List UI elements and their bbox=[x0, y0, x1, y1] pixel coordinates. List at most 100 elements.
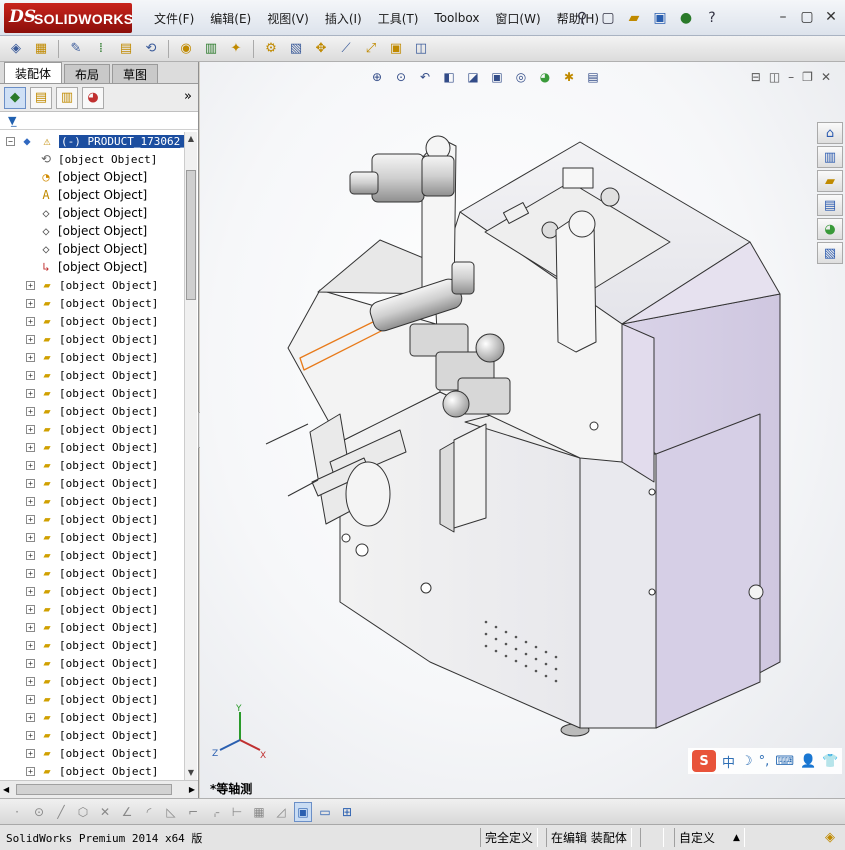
fillet-icon[interactable]: ◜ bbox=[140, 802, 158, 822]
instant3d-icon[interactable]: ⤢ bbox=[361, 39, 381, 59]
command-tab[interactable]: 装配体 bbox=[4, 62, 63, 83]
more-tabs-icon[interactable]: » bbox=[184, 89, 192, 104]
interference-icon[interactable]: ▣ bbox=[386, 39, 406, 59]
assembly-features-icon[interactable]: ▥ bbox=[201, 39, 221, 59]
scroll-right-icon[interactable]: ▶ bbox=[189, 785, 195, 794]
open-folder-icon[interactable]: ▰ bbox=[624, 8, 644, 28]
scroll-thumb[interactable] bbox=[186, 170, 196, 300]
tree-row[interactable]: + ▰ [object Object] bbox=[0, 564, 184, 582]
ime-punctuation-icon[interactable]: °, bbox=[759, 754, 770, 769]
tree-row[interactable]: ◇ [object Object] bbox=[0, 240, 184, 258]
expand-icon[interactable]: + bbox=[26, 514, 35, 524]
new-motion-study-icon[interactable]: ⚙ bbox=[261, 39, 281, 59]
minimize-icon[interactable]: – bbox=[775, 8, 791, 26]
expand-icon[interactable]: + bbox=[26, 550, 35, 560]
tree-row[interactable]: + ▰ [object Object] bbox=[0, 708, 184, 726]
large-assembly-icon[interactable]: ◫ bbox=[411, 39, 431, 59]
expand-icon[interactable]: + bbox=[26, 352, 35, 362]
expand-icon[interactable]: + bbox=[26, 640, 35, 650]
angle-icon[interactable]: ∠ bbox=[118, 802, 136, 822]
tree-row[interactable]: + ▰ [object Object] bbox=[0, 348, 184, 366]
expand-icon[interactable]: + bbox=[26, 712, 35, 722]
menu-item[interactable]: 窗口(W) bbox=[487, 10, 548, 27]
expand-icon[interactable]: + bbox=[26, 730, 35, 740]
appearances-scenes-icon[interactable]: ◕ bbox=[817, 218, 843, 240]
view-palette-icon[interactable]: ▤ bbox=[817, 194, 843, 216]
expand-icon[interactable]: + bbox=[26, 388, 35, 398]
tree-row[interactable]: + ▰ [object Object] bbox=[0, 474, 184, 492]
expand-icon[interactable]: + bbox=[26, 334, 35, 344]
tree-row[interactable]: + ▰ [object Object] bbox=[0, 276, 184, 294]
graphics-area[interactable]: ⊕ ⊙ ↶ ◧ ◪ ▣ ◎ ◕ ✱ ▤ ⊟ ◫ – ❐ ✕ Y Z X *等轴测… bbox=[200, 62, 845, 798]
show-hidden-icon[interactable]: ◉ bbox=[176, 39, 196, 59]
expand-icon[interactable]: + bbox=[26, 658, 35, 668]
tree-row[interactable]: + ▰ [object Object] bbox=[0, 600, 184, 618]
featuremanager-tree-icon[interactable]: ◆ bbox=[4, 86, 26, 109]
ime-keyboard-icon[interactable]: ⌨ bbox=[775, 754, 794, 769]
bill-of-materials-icon[interactable]: ▧ bbox=[286, 39, 306, 59]
tree-row[interactable]: + ▰ [object Object] bbox=[0, 492, 184, 510]
line-icon[interactable]: ╱ bbox=[52, 802, 70, 822]
tree-row[interactable]: ◔ [object Object] bbox=[0, 168, 184, 186]
mate-icon[interactable]: ✎ bbox=[66, 39, 86, 59]
tree-row[interactable]: ◇ [object Object] bbox=[0, 222, 184, 240]
expand-icon[interactable]: + bbox=[26, 604, 35, 614]
menu-item[interactable]: 编辑(E) bbox=[202, 10, 259, 27]
tree-row[interactable]: + ▰ [object Object] bbox=[0, 294, 184, 312]
expand-icon[interactable]: + bbox=[26, 406, 35, 416]
sketch-plane-icon[interactable]: ◿ bbox=[272, 802, 290, 822]
move-component-icon[interactable]: ⟲ bbox=[141, 39, 161, 59]
edit-component-icon[interactable]: ◈ bbox=[6, 39, 26, 59]
tree-row[interactable]: ◇ [object Object] bbox=[0, 204, 184, 222]
expand-icon[interactable]: + bbox=[26, 298, 35, 308]
expand-icon[interactable]: + bbox=[26, 496, 35, 506]
menu-item[interactable]: 插入(I) bbox=[317, 10, 370, 27]
expand-icon[interactable]: + bbox=[26, 676, 35, 686]
exploded-view-icon[interactable]: ✥ bbox=[311, 39, 331, 59]
solidworks-logo[interactable]: DS SOLIDWORKS bbox=[4, 3, 133, 33]
design-library-icon[interactable]: ▥ bbox=[817, 146, 843, 168]
ime-chinese-mode[interactable]: 中 bbox=[722, 752, 735, 771]
menu-item[interactable]: 视图(V) bbox=[259, 10, 317, 27]
tree-row[interactable]: + ▰ [object Object] bbox=[0, 528, 184, 546]
expand-icon[interactable]: + bbox=[26, 586, 35, 596]
expand-icon[interactable]: + bbox=[26, 442, 35, 452]
tree-row[interactable]: + ▰ [object Object] bbox=[0, 582, 184, 600]
circle-icon[interactable]: ⊙ bbox=[30, 802, 48, 822]
scroll-up-icon[interactable]: ▲ bbox=[185, 132, 197, 146]
tree-row[interactable]: + ▰ [object Object] bbox=[0, 330, 184, 348]
offset-icon[interactable]: ⌌ bbox=[206, 802, 224, 822]
close-icon[interactable]: ✕ bbox=[823, 8, 839, 26]
expand-icon[interactable]: + bbox=[26, 766, 35, 776]
hscroll-thumb[interactable] bbox=[16, 784, 172, 795]
expand-icon[interactable]: + bbox=[26, 568, 35, 578]
tree-row[interactable]: + ▰ [object Object] bbox=[0, 726, 184, 744]
insert-components-icon[interactable]: ▦ bbox=[31, 39, 51, 59]
new-document-icon[interactable]: ▢ bbox=[598, 8, 618, 28]
expand-icon[interactable]: + bbox=[26, 460, 35, 470]
expand-icon[interactable]: + bbox=[26, 316, 35, 326]
file-explorer-icon[interactable]: ▰ bbox=[817, 170, 843, 192]
chamfer-icon[interactable]: ◺ bbox=[162, 802, 180, 822]
expand-icon[interactable]: + bbox=[26, 280, 35, 290]
tree-row[interactable]: + ▰ [object Object] bbox=[0, 744, 184, 762]
ime-user-icon[interactable]: 👤 bbox=[800, 754, 816, 769]
propertymanager-icon[interactable]: ▤ bbox=[30, 86, 52, 109]
tree-filter[interactable]: ▼̲ bbox=[0, 112, 198, 130]
tree-row[interactable]: − ◆ ⚠ (-) PRODUCT_173062_A bbox=[0, 132, 184, 150]
point-icon[interactable]: · bbox=[8, 802, 26, 822]
reference-geometry-icon[interactable]: ✦ bbox=[226, 39, 246, 59]
assembly-model[interactable] bbox=[200, 62, 845, 798]
unit-system-selector[interactable]: 自定义 ▲ bbox=[674, 828, 745, 847]
tree-row[interactable]: + ▰ [object Object] bbox=[0, 510, 184, 528]
tree-row[interactable]: + ▰ [object Object] bbox=[0, 636, 184, 654]
tree-row[interactable]: + ▰ [object Object] bbox=[0, 420, 184, 438]
collapse-icon[interactable]: − bbox=[6, 136, 15, 146]
tree-row[interactable]: + ▰ [object Object] bbox=[0, 312, 184, 330]
tree-row[interactable]: + ▰ [object Object] bbox=[0, 366, 184, 384]
custom-properties-icon[interactable]: ▧ bbox=[817, 242, 843, 264]
restore-icon[interactable]: ▢ bbox=[799, 8, 815, 26]
explode-line-icon[interactable]: ⟋ bbox=[336, 39, 356, 59]
tree-horizontal-scrollbar[interactable]: ◀ ▶ bbox=[0, 780, 198, 798]
quick-tips-icon[interactable]: ◈ bbox=[825, 830, 835, 845]
